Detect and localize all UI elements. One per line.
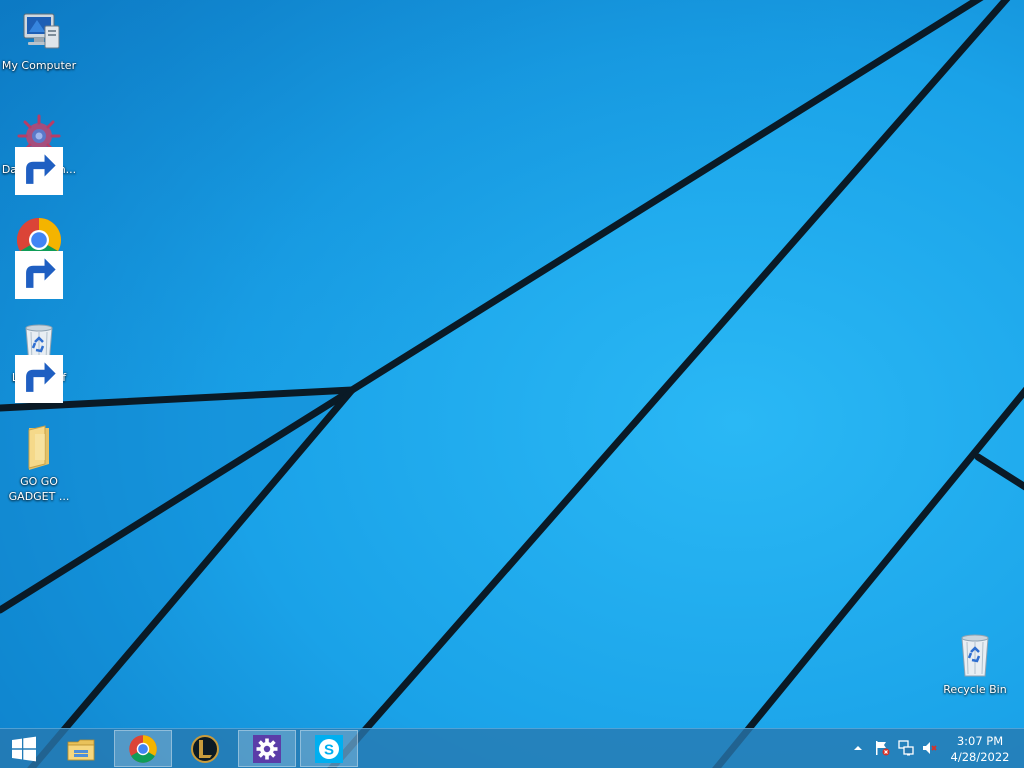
datawagon-icon	[15, 112, 63, 195]
gear-icon	[253, 734, 281, 763]
action-center-flag-icon	[876, 741, 890, 756]
skype-icon: S	[315, 734, 343, 763]
desktop[interactable]: My Computer GO GO GADGET ... Recycle Bin…	[0, 0, 1024, 768]
network-button[interactable]	[898, 740, 914, 756]
desktop-icon-label: GO GO GADGET ...	[8, 475, 70, 503]
desktop-icon-go-go-gadget[interactable]: GO GO GADGET ...	[0, 424, 78, 504]
taskbar-settings-button[interactable]	[238, 730, 296, 767]
desktop-icon-league-of-legends[interactable]: League of Legends	[0, 320, 78, 403]
speaker-muted-icon	[923, 742, 937, 754]
chevron-up-icon	[854, 746, 862, 750]
desktop-icon-datawagon[interactable]: DataWagon...	[0, 112, 78, 195]
show-hidden-icons-button[interactable]	[850, 740, 866, 756]
chrome-icon	[129, 734, 157, 763]
league-of-legends-icon	[191, 734, 219, 763]
clock-time: 3:07 PM	[956, 734, 1004, 748]
volume-button[interactable]	[922, 740, 938, 756]
shortcut-arrow-icon	[15, 251, 63, 299]
taskbar[interactable]: S	[0, 728, 1024, 768]
recycle-bin-icon	[15, 320, 63, 403]
taskbar-league-of-legends-button[interactable]	[176, 730, 234, 767]
folder-icon	[15, 424, 63, 472]
desktop-icon-label: My Computer	[1, 59, 77, 72]
taskbar-skype-button[interactable]: S	[300, 730, 358, 767]
desktop-icon-recycle-bin[interactable]: Recycle Bin	[936, 632, 1014, 697]
chrome-icon	[15, 216, 63, 299]
windows-logo-icon	[12, 736, 36, 761]
desktop-icon-google-chrome[interactable]: Google Chrome	[0, 216, 78, 299]
shortcut-arrow-icon	[15, 147, 63, 195]
clock-date: 4/28/2022	[950, 750, 1010, 764]
action-center-button[interactable]	[874, 740, 890, 756]
desktop-icon-label: Recycle Bin	[943, 683, 1007, 696]
taskbar-clock[interactable]: 3:07 PM 4/28/2022	[940, 733, 1020, 767]
taskbar-chrome-button[interactable]	[114, 730, 172, 767]
shortcut-arrow-icon	[15, 355, 63, 403]
svg-text:S: S	[324, 741, 334, 758]
file-explorer-icon	[67, 739, 95, 760]
taskbar-file-explorer-button[interactable]	[52, 730, 110, 767]
recycle-bin-icon	[951, 632, 999, 680]
desktop-icon-my-computer[interactable]: My Computer	[0, 8, 78, 73]
start-button[interactable]	[0, 730, 48, 767]
network-icon	[898, 740, 914, 756]
computer-icon	[15, 8, 63, 56]
wallpaper	[0, 0, 1024, 768]
